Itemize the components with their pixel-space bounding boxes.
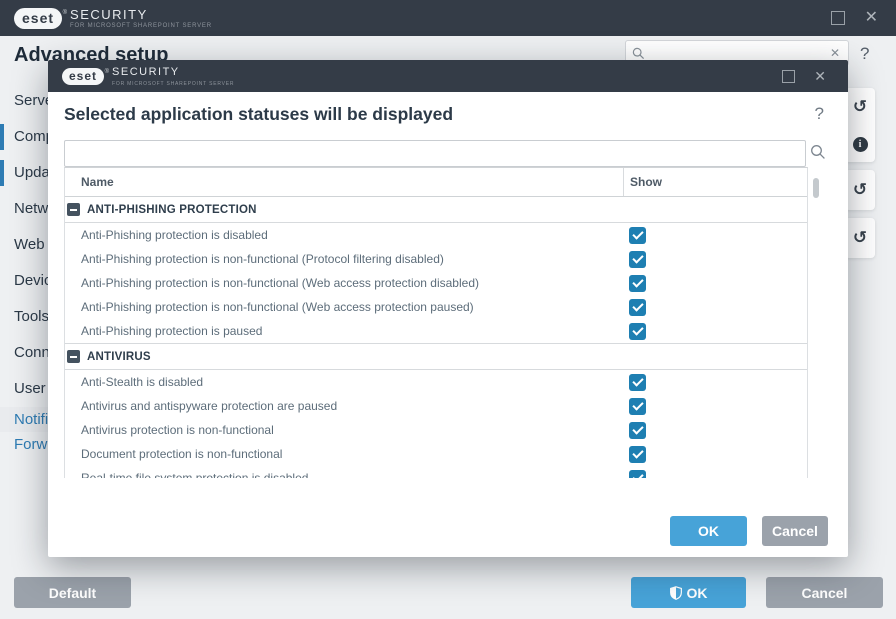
status-row: Antivirus protection is non-functional [65,418,807,442]
main-cancel-button[interactable]: Cancel [766,577,883,608]
show-checkbox[interactable] [629,299,646,316]
group-label: ANTI-PHISHING PROTECTION [87,204,257,216]
status-name: Anti-Phishing protection is non-function… [65,300,623,314]
show-checkbox[interactable] [629,323,646,340]
registered-mark: ® [105,65,110,80]
status-row: Document protection is non-functional [65,442,807,466]
show-checkbox[interactable] [629,470,646,479]
sidebar-item-label: Devic [14,272,52,289]
status-name: Antivirus and antispyware protection are… [65,399,623,413]
status-row: Anti-Phishing protection is non-function… [65,271,807,295]
status-name: Anti-Phishing protection is non-function… [65,276,623,290]
status-name: Anti-Phishing protection is non-function… [65,252,623,266]
maximize-icon[interactable] [782,70,795,83]
shield-icon [670,586,682,600]
registered-mark: ® [63,5,68,22]
show-checkbox[interactable] [629,422,646,439]
status-row: Anti-Phishing protection is non-function… [65,295,807,319]
dialog-cancel-button[interactable]: Cancel [762,516,828,546]
status-row: Anti-Stealth is disabled [65,370,807,394]
scrollbar-thumb[interactable] [813,178,819,198]
show-checkbox[interactable] [629,227,646,244]
filter-input[interactable] [65,147,805,161]
eset-logo: eset® SECURITY FOR MICROSOFT SHAREPOINT … [14,8,212,29]
product-subtitle: FOR MICROSOFT SHAREPOINT SERVER [70,23,212,29]
close-icon[interactable]: ✕ [814,68,826,84]
main-search-input[interactable] [649,45,830,61]
status-row: Anti-Phishing protection is paused [65,319,807,343]
show-checkbox[interactable] [629,251,646,268]
maximize-icon[interactable] [831,11,845,25]
info-icon[interactable]: i [853,137,868,152]
status-group-row[interactable]: ANTI-PHISHING PROTECTION [65,197,807,223]
eset-logo: eset® SECURITY FOR MICROSOFT SHAREPOINT … [62,66,234,87]
column-header-name[interactable]: Name [65,175,623,189]
dialog-ok-button[interactable]: OK [670,516,747,546]
show-checkbox[interactable] [629,398,646,415]
eset-logo-badge: eset® [14,8,62,29]
undo-icon[interactable]: ↺ [853,98,867,116]
status-name: Antivirus protection is non-functional [65,423,623,437]
product-name: SECURITY [112,66,234,79]
dialog-titlebar: eset® SECURITY FOR MICROSOFT SHAREPOINT … [48,60,848,92]
product-subtitle: FOR MICROSOFT SHAREPOINT SERVER [112,81,234,87]
dialog-help-icon[interactable]: ? [815,104,824,124]
main-help-icon[interactable]: ? [860,44,869,64]
status-row: Real-time file system protection is disa… [65,466,807,478]
status-group-row[interactable]: ANTIVIRUS [65,343,807,370]
sidebar-item-label: Notifi [14,411,48,428]
status-name: Real-time file system protection is disa… [65,471,623,478]
modified-indicator [0,160,4,186]
status-row: Anti-Phishing protection is disabled [65,223,807,247]
setting-card: ↺ [845,170,875,210]
table-header: Name Show [65,168,807,197]
clear-search-icon[interactable]: ✕ [830,46,840,60]
show-checkbox[interactable] [629,374,646,391]
status-dialog: eset® SECURITY FOR MICROSOFT SHAREPOINT … [48,60,848,557]
column-header-show[interactable]: Show [623,168,807,196]
dialog-title: Selected application statuses will be di… [64,104,453,125]
group-label: ANTIVIRUS [87,351,151,363]
setting-card: ↺ [845,218,875,258]
status-name: Anti-Stealth is disabled [65,375,623,389]
undo-icon[interactable]: ↺ [853,181,867,199]
eset-logo-badge: eset® [62,68,104,85]
setting-card: ↺i [845,88,875,162]
status-table: Name Show ANTI-PHISHING PROTECTION Anti-P… [64,167,808,478]
collapse-icon[interactable] [67,350,80,363]
product-name: SECURITY [70,8,212,21]
filter-box[interactable] [64,140,806,167]
status-name: Document protection is non-functional [65,447,623,461]
status-row: Antivirus and antispyware protection are… [65,394,807,418]
collapse-icon[interactable] [67,203,80,216]
undo-icon[interactable]: ↺ [853,229,867,247]
show-checkbox[interactable] [629,446,646,463]
status-name: Anti-Phishing protection is paused [65,324,623,338]
search-icon [632,47,645,60]
default-button[interactable]: Default [14,577,131,608]
modified-indicator [0,124,4,150]
search-icon [810,144,826,160]
status-table-body: ANTI-PHISHING PROTECTION Anti-Phishing pr… [65,197,807,478]
status-row: Anti-Phishing protection is non-function… [65,247,807,271]
show-checkbox[interactable] [629,275,646,292]
main-ok-button[interactable]: OK [631,577,746,608]
main-titlebar: eset® SECURITY FOR MICROSOFT SHAREPOINT … [0,0,896,36]
close-icon[interactable]: ✕ [865,10,878,26]
status-name: Anti-Phishing protection is disabled [65,228,623,242]
sidebar-item-label: Tools [14,308,49,325]
